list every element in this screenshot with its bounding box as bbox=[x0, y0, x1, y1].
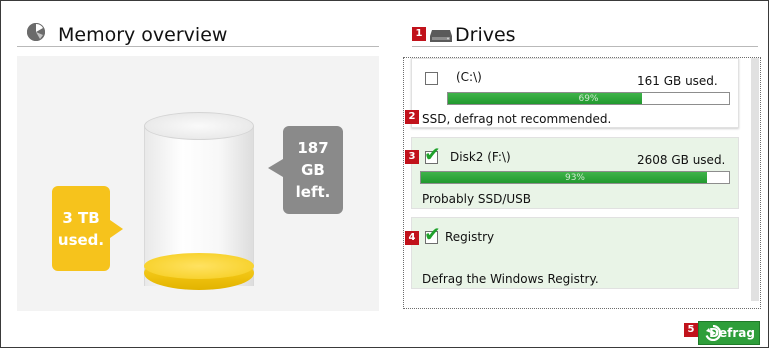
storage-cylinder-top bbox=[144, 112, 254, 140]
defrag-button[interactable]: Defrag bbox=[698, 321, 760, 345]
callout-badge: 1 bbox=[412, 27, 426, 41]
registry-note: Defrag the Windows Registry. bbox=[422, 272, 599, 286]
callout-badge: 5 bbox=[684, 323, 698, 337]
drive-f-used: 2608 GB used. bbox=[637, 153, 726, 167]
callout-badge: 3 bbox=[405, 150, 419, 164]
drive-card-c[interactable]: (C:\) 161 GB used. 69% SSD, defrag not r… bbox=[411, 58, 739, 128]
callout-badge: 4 bbox=[405, 231, 419, 245]
drive-f-usage-percent: 93% bbox=[564, 173, 585, 183]
memory-overview-header: Memory overview bbox=[17, 21, 379, 47]
used-storage-level-top bbox=[144, 253, 254, 279]
callout-badge: 2 bbox=[405, 110, 419, 124]
drive-c-note: SSD, defrag not recommended. bbox=[422, 112, 612, 126]
checkmark-icon: ✔ bbox=[424, 222, 441, 246]
drive-c-used: 161 GB used. bbox=[637, 74, 718, 88]
checkmark-icon: ✔ bbox=[424, 142, 441, 166]
drive-c-usage-bar: 69% bbox=[447, 92, 730, 105]
registry-card[interactable]: ✔ Registry Defrag the Windows Registry. bbox=[411, 217, 739, 289]
drives-header: Drives bbox=[412, 21, 758, 47]
memory-overview-title: Memory overview bbox=[58, 24, 228, 46]
drive-f-note: Probably SSD/USB bbox=[422, 192, 532, 206]
hard-drive-icon bbox=[430, 27, 452, 42]
drive-f-usage-bar: 93% bbox=[420, 171, 730, 184]
memory-overview-panel: 3 TB used. 187 GB left. bbox=[17, 56, 379, 311]
registry-name: Registry bbox=[445, 230, 495, 244]
drives-title: Drives bbox=[455, 24, 516, 46]
drive-c-name: (C:\) bbox=[456, 70, 482, 84]
used-storage-callout: 3 TB used. bbox=[52, 186, 123, 271]
used-storage-label: 3 TB used. bbox=[57, 208, 105, 249]
free-storage-callout: 187 GB left. bbox=[268, 126, 343, 214]
drive-f-name: Disk2 (F:\) bbox=[450, 150, 511, 164]
drive-card-f[interactable]: ✔ Disk2 (F:\) 2608 GB used. 93% Probably… bbox=[411, 137, 739, 209]
app-window: Memory overview 3 TB used. 187 GB left. … bbox=[0, 0, 769, 348]
drive-c-checkbox[interactable] bbox=[425, 72, 438, 85]
free-storage-label: 187 GB left. bbox=[295, 139, 331, 201]
pie-chart-icon bbox=[27, 23, 45, 41]
defrag-arrow-icon bbox=[705, 324, 722, 342]
drives-scrollbar[interactable] bbox=[751, 58, 759, 301]
drive-c-usage-percent: 69% bbox=[578, 94, 599, 104]
